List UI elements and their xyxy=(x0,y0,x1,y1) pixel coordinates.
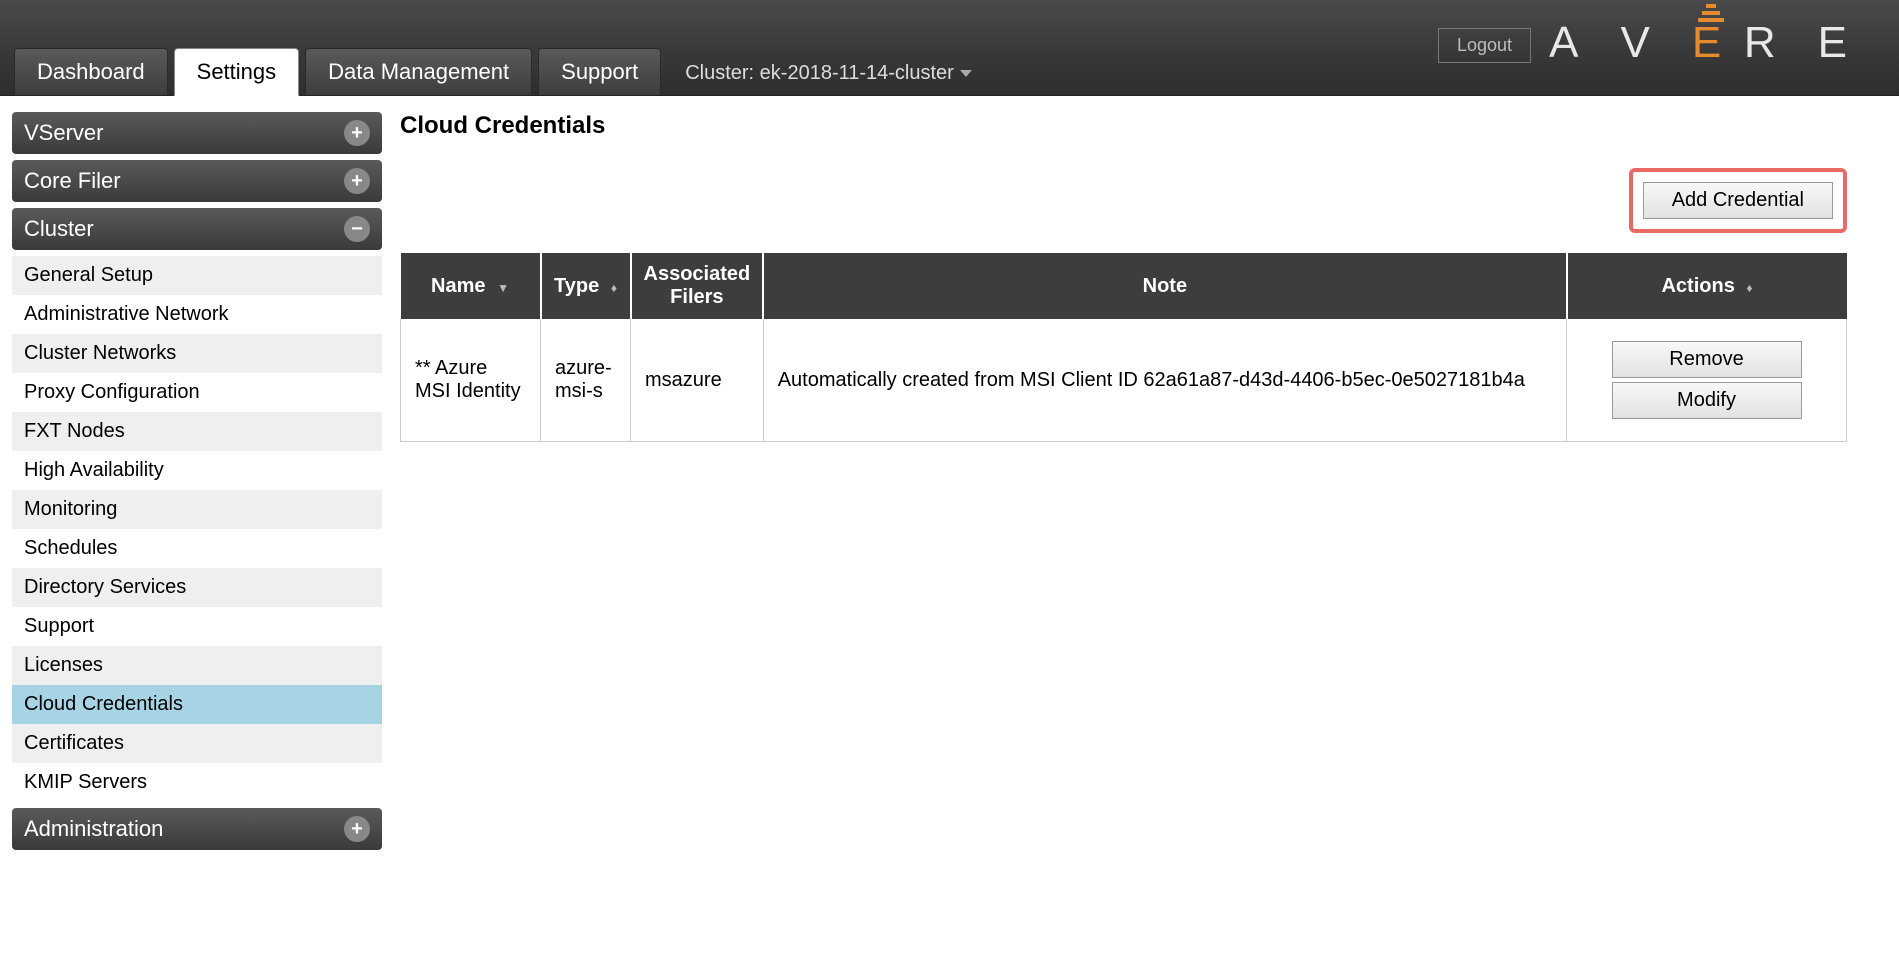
column-header-actions[interactable]: Actions ♦ xyxy=(1567,253,1847,319)
brand-letter: E xyxy=(1818,18,1871,68)
column-header-note[interactable]: Note xyxy=(763,253,1566,319)
column-header-type[interactable]: Type ♦ xyxy=(541,253,631,319)
brand-letter: V xyxy=(1621,18,1674,68)
logout-button[interactable]: Logout xyxy=(1438,28,1531,63)
sort-icon: ♦ xyxy=(611,281,617,295)
sidebar-item-proxy-configuration[interactable]: Proxy Configuration xyxy=(12,373,382,412)
brand-letter: R xyxy=(1744,18,1800,68)
cell-type: azure-msi-s xyxy=(541,319,631,442)
column-header-label: Actions xyxy=(1661,275,1734,297)
table-row: ** Azure MSI Identity azure-msi-s msazur… xyxy=(401,319,1847,442)
sidebar-item-fxt-nodes[interactable]: FXT Nodes xyxy=(12,412,382,451)
chevron-down-icon xyxy=(960,70,972,77)
sidebar-item-cluster-networks[interactable]: Cluster Networks xyxy=(12,334,382,373)
remove-button[interactable]: Remove xyxy=(1612,341,1802,378)
modify-button[interactable]: Modify xyxy=(1612,382,1802,419)
top-bar: Logout A V E R E Dashboard Settings Data… xyxy=(0,0,1899,96)
expand-icon: + xyxy=(344,168,370,194)
page-title: Cloud Credentials xyxy=(400,112,1847,140)
column-header-name[interactable]: Name ▼ xyxy=(401,253,541,319)
sidebar-section-label: Core Filer xyxy=(24,168,121,194)
column-header-label: Note xyxy=(1143,275,1187,297)
sort-desc-icon: ▼ xyxy=(497,281,509,295)
sidebar-section-administration[interactable]: Administration + xyxy=(12,808,382,850)
tab-support[interactable]: Support xyxy=(538,48,661,95)
brand-accent-icon xyxy=(1698,4,1724,22)
column-header-label: Associated Filers xyxy=(644,263,751,308)
brand-letter-e: E xyxy=(1692,18,1726,68)
add-credential-row: Add Credential xyxy=(400,168,1847,233)
sidebar-item-administrative-network[interactable]: Administrative Network xyxy=(12,295,382,334)
sort-icon: ♦ xyxy=(1746,281,1752,295)
expand-icon: + xyxy=(344,816,370,842)
tab-data-management[interactable]: Data Management xyxy=(305,48,532,95)
cluster-selector[interactable]: Cluster: ek-2018-11-14-cluster xyxy=(685,62,972,85)
add-credential-highlight: Add Credential xyxy=(1629,168,1847,233)
sidebar-item-cloud-credentials[interactable]: Cloud Credentials xyxy=(12,685,382,724)
sidebar-item-directory-services[interactable]: Directory Services xyxy=(12,568,382,607)
sidebar-cluster-items: General Setup Administrative Network Clu… xyxy=(12,256,382,802)
brand-letter: A xyxy=(1549,18,1602,68)
column-header-associated-filers[interactable]: Associated Filers xyxy=(631,253,764,319)
expand-icon: + xyxy=(344,120,370,146)
tab-row: Dashboard Settings Data Management Suppo… xyxy=(0,47,972,95)
tab-dashboard[interactable]: Dashboard xyxy=(14,48,168,95)
sidebar-section-label: VServer xyxy=(24,120,103,146)
sidebar-section-corefiler[interactable]: Core Filer + xyxy=(12,160,382,202)
content-wrap: VServer + Core Filer + Cluster − General… xyxy=(0,96,1899,872)
sidebar: VServer + Core Filer + Cluster − General… xyxy=(12,112,382,856)
add-credential-button[interactable]: Add Credential xyxy=(1643,182,1833,219)
sidebar-section-cluster[interactable]: Cluster − xyxy=(12,208,382,250)
sidebar-section-label: Administration xyxy=(24,816,163,842)
credentials-table: Name ▼ Type ♦ Associated Filers Note Act xyxy=(400,253,1847,442)
column-header-label: Name xyxy=(431,275,485,297)
sidebar-section-vserver[interactable]: VServer + xyxy=(12,112,382,154)
sidebar-item-monitoring[interactable]: Monitoring xyxy=(12,490,382,529)
cell-associated-filers: msazure xyxy=(631,319,764,442)
tab-settings[interactable]: Settings xyxy=(174,48,300,96)
cluster-selector-label: Cluster: ek-2018-11-14-cluster xyxy=(685,62,954,85)
sidebar-item-licenses[interactable]: Licenses xyxy=(12,646,382,685)
cell-note: Automatically created from MSI Client ID… xyxy=(763,319,1566,442)
sidebar-section-label: Cluster xyxy=(24,216,94,242)
sidebar-item-certificates[interactable]: Certificates xyxy=(12,724,382,763)
sidebar-item-kmip-servers[interactable]: KMIP Servers xyxy=(12,763,382,802)
sidebar-item-high-availability[interactable]: High Availability xyxy=(12,451,382,490)
main-content: Cloud Credentials Add Credential Name ▼ … xyxy=(400,112,1887,442)
sidebar-item-support[interactable]: Support xyxy=(12,607,382,646)
cell-actions: Remove Modify xyxy=(1567,319,1847,442)
cell-name: ** Azure MSI Identity xyxy=(401,319,541,442)
column-header-label: Type xyxy=(554,275,599,297)
sidebar-item-schedules[interactable]: Schedules xyxy=(12,529,382,568)
sidebar-item-general-setup[interactable]: General Setup xyxy=(12,256,382,295)
collapse-icon: − xyxy=(344,216,370,242)
brand-logo: A V E R E xyxy=(1549,18,1871,68)
